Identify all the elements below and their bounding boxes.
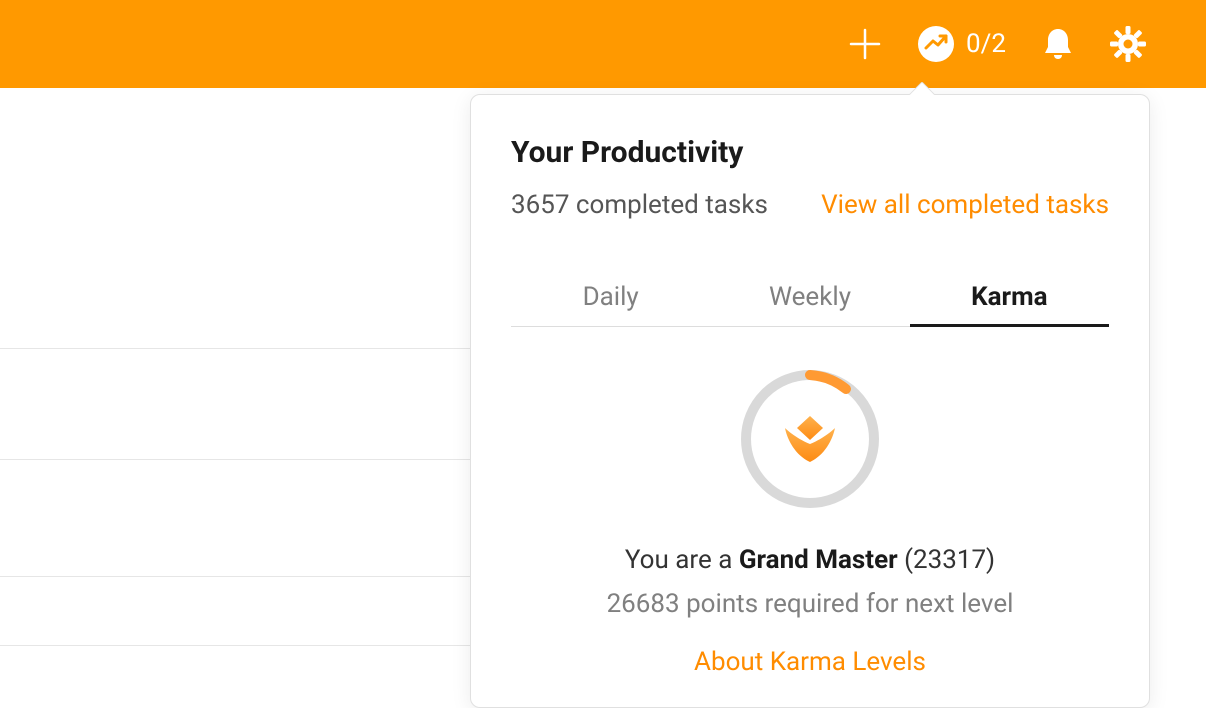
settings-button[interactable] <box>1110 26 1146 62</box>
gear-icon <box>1110 26 1146 62</box>
background-list-lines <box>0 348 470 646</box>
plus-icon <box>848 27 882 61</box>
view-all-completed-link[interactable]: View all completed tasks <box>821 190 1109 220</box>
about-karma-levels-link[interactable]: About Karma Levels <box>694 647 926 677</box>
karma-points-required: 26683 points required for next level <box>607 589 1014 619</box>
bell-icon <box>1042 27 1074 61</box>
tab-weekly[interactable]: Weekly <box>710 270 909 326</box>
productivity-tabs: Daily Weekly Karma <box>511 270 1109 327</box>
popover-title: Your Productivity <box>511 135 1109 170</box>
completed-tasks-count: 3657 completed tasks <box>511 190 768 220</box>
productivity-button[interactable]: 0/2 <box>918 26 1006 62</box>
divider <box>0 576 470 577</box>
completed-tasks-row: 3657 completed tasks View all completed … <box>511 190 1109 220</box>
divider <box>0 645 470 646</box>
karma-progress-ring <box>738 367 882 511</box>
add-task-button[interactable] <box>848 27 882 61</box>
tab-daily[interactable]: Daily <box>511 270 710 326</box>
karma-panel: You are a Grand Master (23317) 26683 poi… <box>511 367 1109 677</box>
karma-status-prefix: You are a <box>625 545 739 575</box>
header-actions: 0/2 <box>848 26 1146 62</box>
productivity-count: 0/2 <box>966 29 1006 59</box>
productivity-popover: Your Productivity 3657 completed tasks V… <box>470 94 1150 708</box>
divider <box>0 348 470 349</box>
app-header: 0/2 <box>0 0 1206 88</box>
karma-badge-icon <box>775 404 845 474</box>
divider <box>0 459 470 460</box>
karma-status-line: You are a Grand Master (23317) <box>625 545 995 575</box>
notifications-button[interactable] <box>1042 27 1074 61</box>
tab-karma[interactable]: Karma <box>910 270 1109 327</box>
productivity-trend-icon <box>918 26 954 62</box>
karma-level: Grand Master <box>739 545 898 575</box>
karma-status-suffix: (23317) <box>898 545 995 575</box>
